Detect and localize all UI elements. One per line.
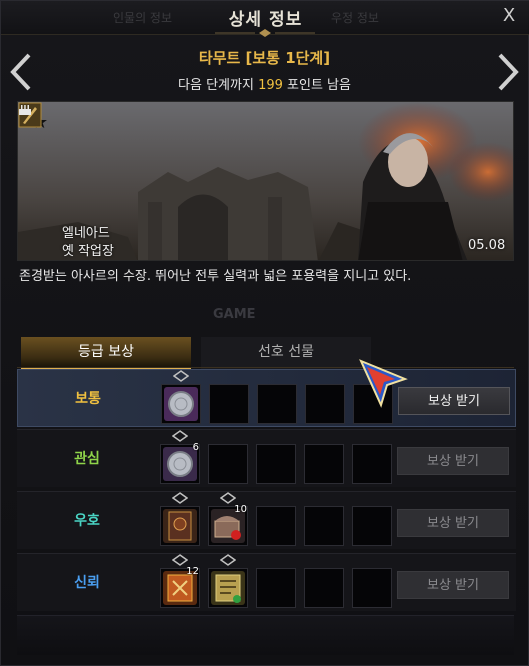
grade-label: 우호 — [74, 513, 100, 529]
empty-slot — [256, 506, 296, 546]
empty-slot — [352, 506, 392, 546]
empty-slot — [209, 384, 249, 424]
reward-row-interest: 관심 6 보상 받기 — [17, 429, 516, 487]
item-count: 12 — [186, 566, 199, 577]
empty-slot — [352, 444, 392, 484]
birthday-date: 05.08 — [468, 238, 506, 253]
empty-slot — [304, 444, 344, 484]
empty-slot — [305, 384, 345, 424]
grade-label: 보통 — [75, 391, 101, 407]
location-region: 엘네아드 — [62, 226, 110, 241]
title-bar: 인물의 정보 우정 정보 상세 정보 X — [1, 1, 529, 37]
detail-info-window: 인물의 정보 우정 정보 상세 정보 X 타무트 [보통 1단계] 다음 단계까… — [0, 0, 529, 666]
reward-slot[interactable]: 12 — [160, 566, 200, 608]
claim-reward-button[interactable]: 보상 받기 — [397, 447, 509, 475]
close-button[interactable]: X — [498, 5, 520, 27]
reward-slot[interactable] — [208, 568, 248, 608]
reward-slot[interactable] — [160, 506, 200, 546]
item-count: 10 — [234, 504, 247, 515]
tab-grade-rewards[interactable]: 등급 보상 — [21, 337, 191, 369]
diamond-marker-icon — [172, 554, 188, 566]
reward-row-trust: 신뢰 12 보상 받기 — [17, 553, 516, 611]
diamond-marker-icon — [172, 430, 188, 442]
character-description: 존경받는 아사르의 수장. 뛰어난 전투 실력과 넓은 포용력을 지니고 있다. — [19, 269, 412, 284]
points-prefix: 다음 단계까지 — [178, 78, 259, 93]
silver-coin-icon — [164, 387, 198, 421]
claim-reward-button[interactable]: 보상 받기 — [397, 509, 509, 537]
grade-label: 신뢰 — [74, 575, 100, 591]
watermark: GAME — [213, 307, 256, 322]
character-name-and-grade: 타무트 [보통 1단계] — [198, 49, 331, 67]
diamond-marker-icon — [220, 492, 236, 504]
empty-slot — [352, 568, 392, 608]
location-place: 옛 작업장 — [62, 244, 114, 259]
points-value: 199 — [258, 78, 283, 93]
points-suffix: 포인트 남음 — [282, 78, 351, 93]
tab-divider — [17, 367, 514, 368]
reward-row-normal[interactable]: 보통 보상 받기 — [17, 369, 516, 427]
points-remaining: 다음 단계까지 199 포인트 남음 — [1, 74, 528, 93]
map-scroll-icon — [211, 571, 245, 605]
bottom-decoration — [17, 615, 514, 655]
reward-slot[interactable] — [161, 384, 201, 424]
pointer-arrow-icon — [359, 359, 408, 408]
grade-label: 관심 — [74, 451, 100, 467]
item-count: 6 — [192, 442, 199, 453]
empty-slot — [208, 444, 248, 484]
claim-reward-button[interactable]: 보상 받기 — [397, 571, 509, 599]
empty-slot — [304, 568, 344, 608]
claim-reward-button[interactable]: 보상 받기 — [398, 387, 510, 415]
window-title: 상세 정보 — [228, 10, 303, 30]
empty-slot — [257, 384, 297, 424]
empty-slot — [256, 444, 296, 484]
title-ornament-icon — [215, 29, 315, 37]
card-book-icon — [163, 509, 197, 543]
reward-row-friendly: 우호 10 보상 받기 — [17, 491, 516, 549]
tab-preferred-gifts[interactable]: 선호 선물 — [201, 337, 371, 369]
diamond-marker-icon — [172, 492, 188, 504]
birthday-cake-icon — [19, 105, 31, 115]
reward-slot[interactable]: 6 — [160, 442, 200, 484]
diamond-marker-icon — [173, 370, 189, 382]
empty-slot — [304, 506, 344, 546]
reward-rows: 보통 보상 받기 관심 6 보상 받기 우호 10 보상 받기 신뢰 12 보상… — [17, 369, 516, 613]
reward-slot[interactable]: 10 — [208, 504, 248, 546]
empty-slot — [256, 568, 296, 608]
diamond-marker-icon — [220, 554, 236, 566]
character-banner: ★ 엘네아드 옛 작업장 05.08 — [17, 101, 514, 261]
